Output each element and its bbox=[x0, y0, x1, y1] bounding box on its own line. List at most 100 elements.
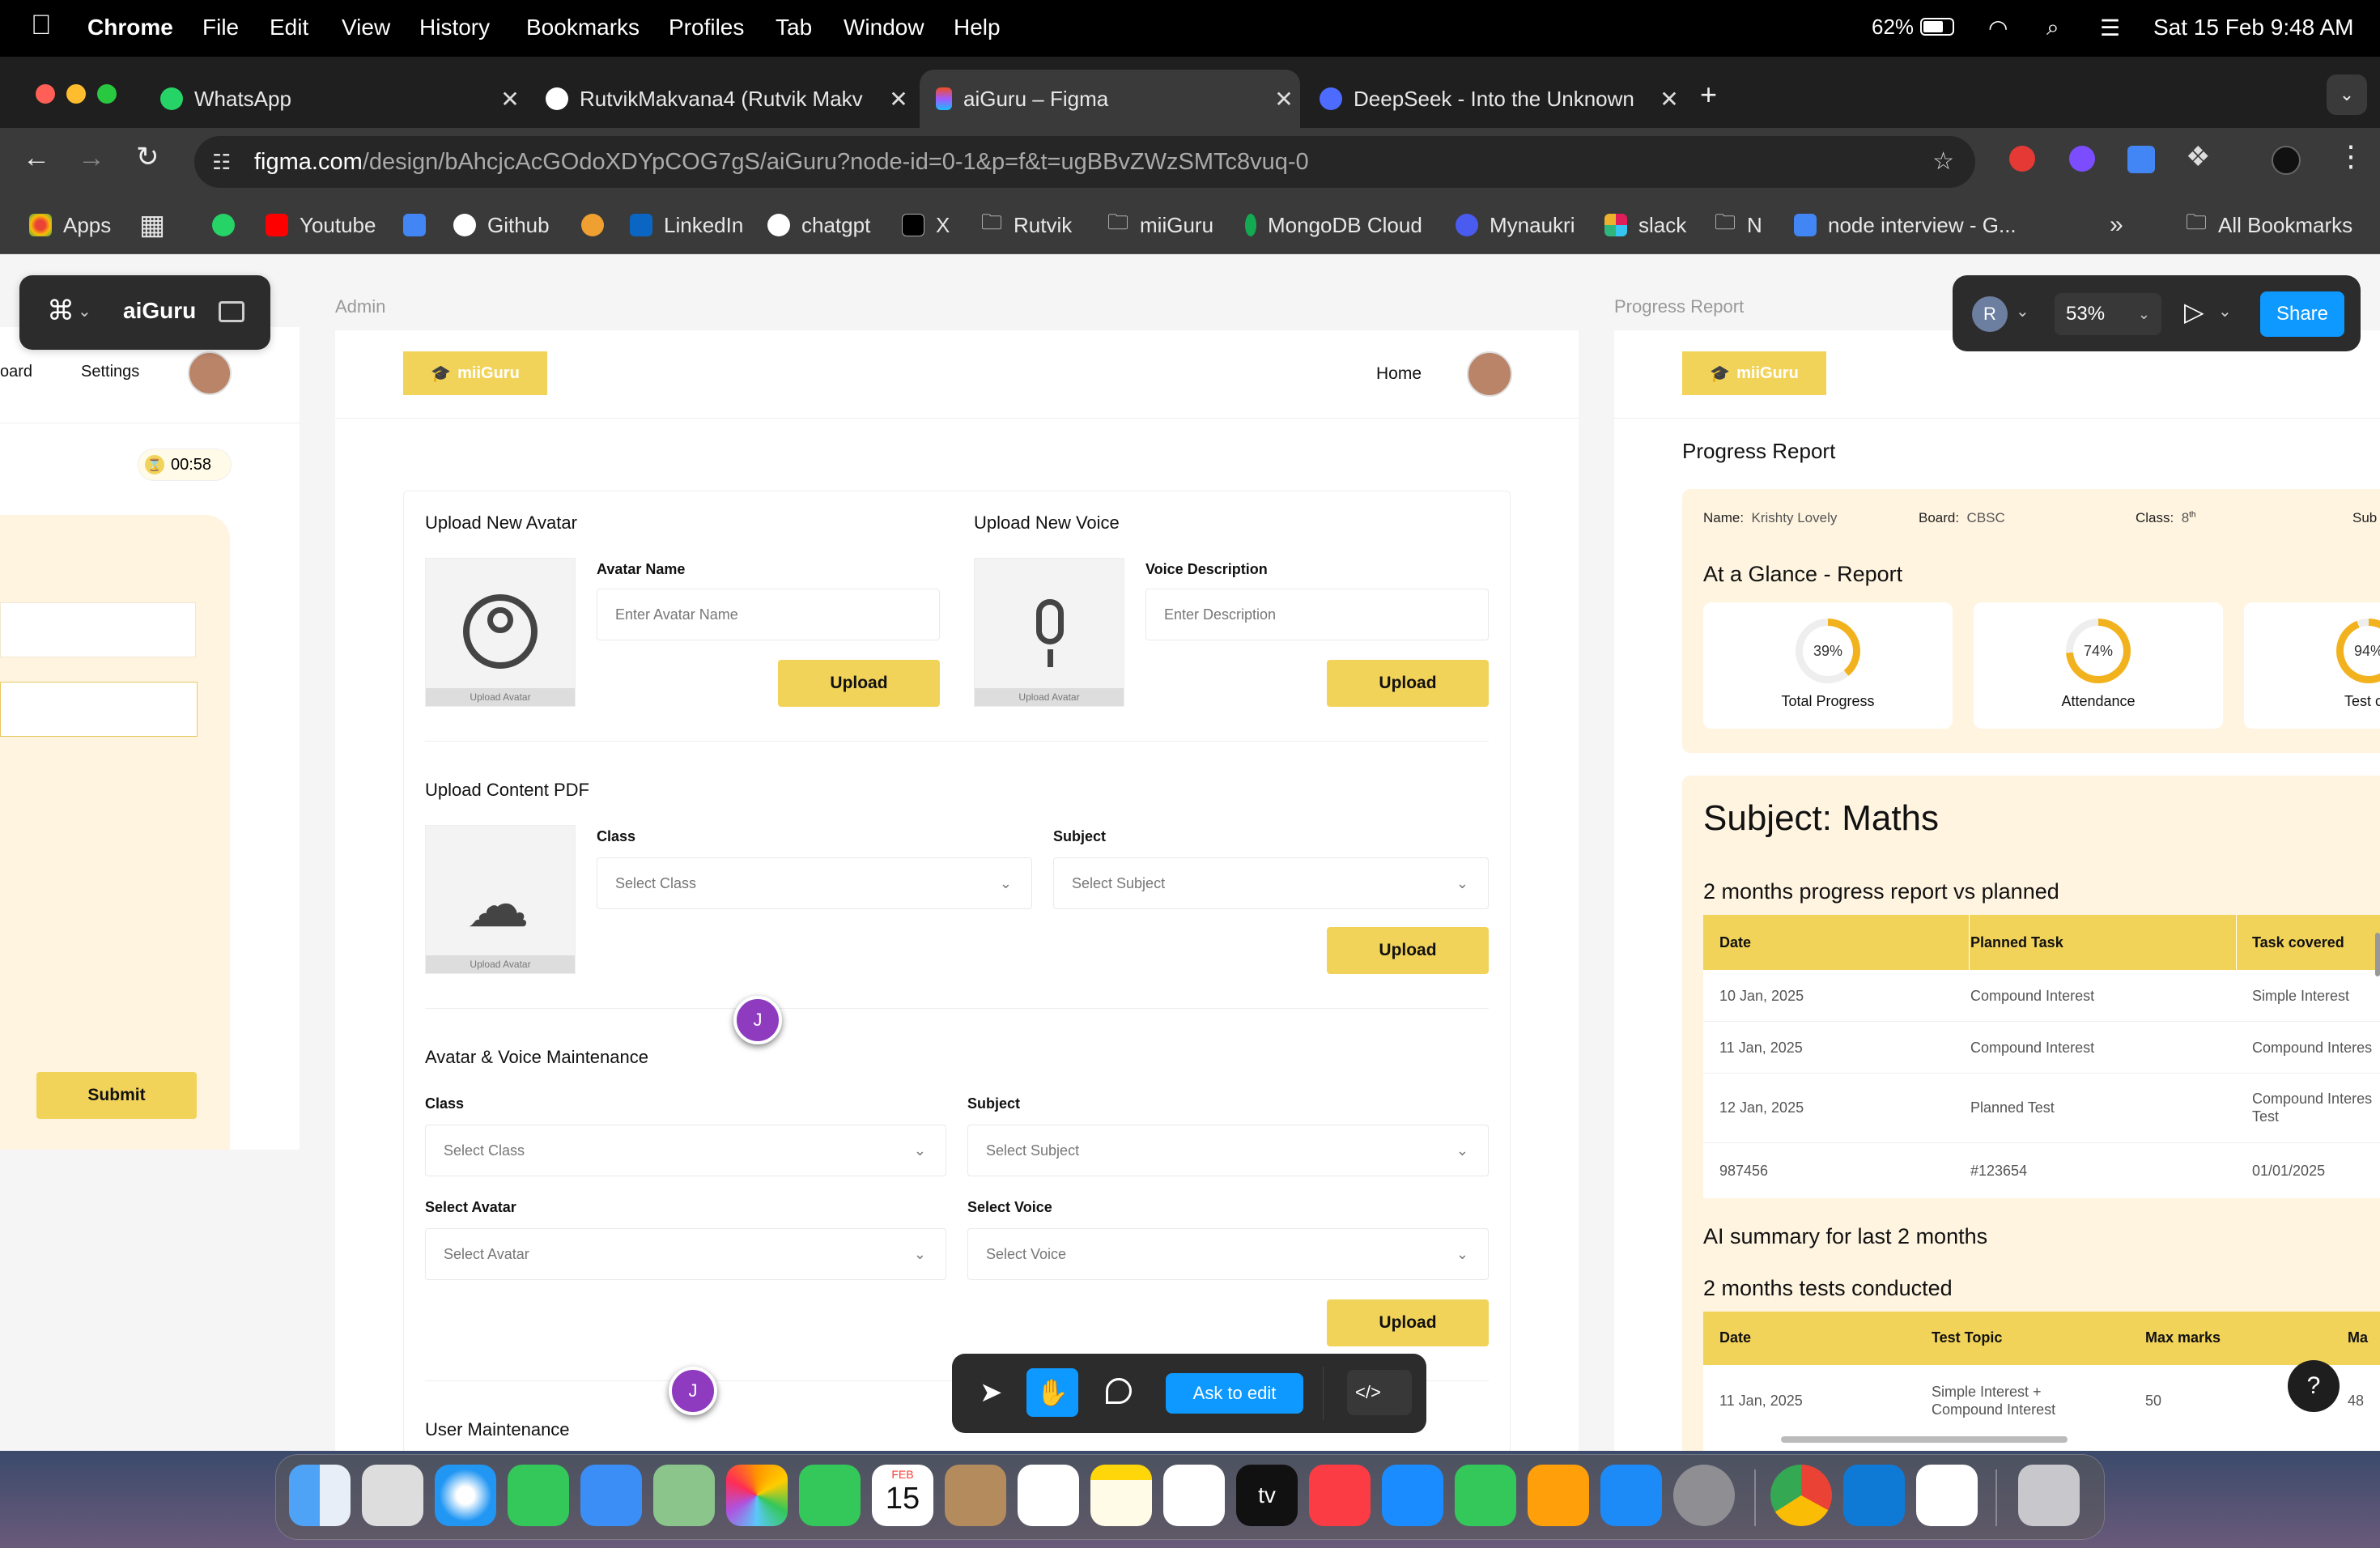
close-tab-icon[interactable]: ✕ bbox=[494, 86, 526, 113]
app-store-icon[interactable] bbox=[1600, 1465, 1662, 1526]
profile-avatar-icon[interactable] bbox=[2272, 146, 2301, 175]
all-bookmarks[interactable]: 🗀 All Bookmarks bbox=[2186, 209, 2352, 241]
maps-icon[interactable] bbox=[653, 1465, 715, 1526]
wifi-icon[interactable]: ◠ bbox=[1988, 15, 2008, 41]
miiguru-logo[interactable]: 🎓 miiGuru bbox=[1682, 351, 1826, 395]
vscode-icon[interactable] bbox=[1843, 1465, 1905, 1526]
user-avatar[interactable] bbox=[188, 351, 232, 395]
bookmark-x[interactable]: X bbox=[902, 209, 950, 241]
select-voice-dropdown[interactable]: Select Voice ⌄ bbox=[967, 1228, 1489, 1280]
figma-file-name[interactable]: aiGuru bbox=[123, 298, 196, 324]
bookmarks-overflow-icon[interactable]: » bbox=[2110, 209, 2123, 241]
chevron-down-icon[interactable]: ⌄ bbox=[2218, 301, 2232, 321]
ask-to-edit-button[interactable]: Ask to edit bbox=[1166, 1373, 1303, 1414]
control-center-icon[interactable]: ☰ bbox=[2100, 15, 2120, 41]
bookmark-chatgpt[interactable]: chatgpt bbox=[767, 209, 870, 241]
bookmark-mynaukri[interactable]: Mynaukri bbox=[1456, 209, 1575, 241]
facetime-icon[interactable] bbox=[799, 1465, 861, 1526]
admin-frame[interactable]: 🎓 miiGuru Home Upload New Avatar Upload A… bbox=[335, 330, 1579, 1451]
safari-icon[interactable] bbox=[435, 1465, 496, 1526]
bookmark-whatsapp[interactable] bbox=[212, 209, 246, 241]
miiguru-logo[interactable]: 🎓 miiGuru bbox=[403, 351, 547, 395]
frame-label-progress[interactable]: Progress Report bbox=[1614, 296, 1744, 317]
upload-voice-button[interactable]: Upload bbox=[1327, 660, 1489, 707]
upload-maintenance-button[interactable]: Upload bbox=[1327, 1299, 1489, 1346]
figma-canvas[interactable]: oard Settings ⌛ 00:58 Submit Admin 🎓 miiGu… bbox=[0, 254, 2380, 1451]
extensions-puzzle-icon[interactable]: ❖ bbox=[2186, 141, 2210, 173]
calendar-icon[interactable]: FEB 15 bbox=[872, 1465, 933, 1526]
freeform-icon[interactable] bbox=[1163, 1465, 1225, 1526]
bookmark-slack[interactable]: slack bbox=[1604, 209, 1686, 241]
mail-icon[interactable] bbox=[580, 1465, 642, 1526]
tab-search-chevron-icon[interactable]: ⌄ bbox=[2327, 74, 2367, 115]
help-button[interactable]: ? bbox=[2288, 1360, 2340, 1412]
table-scrollbar[interactable] bbox=[2375, 933, 2380, 976]
tab-deepseek[interactable]: DeepSeek - Into the Unknown ✕ bbox=[1305, 70, 1685, 128]
back-arrow-icon[interactable]: ← bbox=[23, 142, 50, 174]
nav-dashboard[interactable]: oard bbox=[0, 363, 32, 381]
forward-arrow-icon[interactable]: → bbox=[78, 142, 105, 174]
collaborator-avatar[interactable]: R bbox=[1972, 296, 2008, 332]
bookmark-folder-miiguru[interactable]: 🗀 miiGuru bbox=[1107, 209, 1213, 241]
menu-history[interactable]: History bbox=[419, 15, 490, 40]
grid-shortcut-icon[interactable]: ▦ bbox=[139, 209, 165, 241]
user-avatar[interactable] bbox=[1467, 351, 1512, 397]
bookmark-node-interview[interactable]: node interview - G... bbox=[1794, 209, 2017, 241]
bookmark-linkedin[interactable]: LinkedIn bbox=[630, 209, 743, 241]
voice-description-input[interactable]: Enter Description bbox=[1145, 589, 1489, 640]
tab-whatsapp[interactable]: WhatsApp ✕ bbox=[146, 70, 526, 128]
new-tab-plus-icon[interactable]: + bbox=[1700, 78, 1717, 112]
close-tab-icon[interactable]: ✕ bbox=[1653, 86, 1685, 113]
form-input-1[interactable] bbox=[0, 602, 196, 657]
window-close-button[interactable] bbox=[36, 84, 55, 104]
spotlight-search-icon[interactable]: ⌕ bbox=[2046, 15, 2059, 41]
table-row[interactable]: 987456 #123654 01/01/2025 bbox=[1703, 1143, 2380, 1198]
avatar-upload-box[interactable]: Upload Avatar bbox=[425, 558, 576, 707]
url-bar[interactable]: ☷ figma.com/design/bAhcjcAcGOdoXDYpCOG7g… bbox=[194, 136, 1975, 188]
menu-app-name[interactable]: Chrome bbox=[87, 15, 173, 40]
pages-icon[interactable] bbox=[1528, 1465, 1589, 1526]
figma-menu-icon[interactable]: ⌘ bbox=[47, 295, 74, 327]
table-row[interactable]: 12 Jan, 2025 Planned Test Compound Interes… bbox=[1703, 1074, 2380, 1143]
table-row[interactable]: 10 Jan, 2025 Compound Interest Simple Inte… bbox=[1703, 970, 2380, 1022]
bookmark-folder-n[interactable]: 🗀 N bbox=[1715, 209, 1762, 241]
hand-tool-icon[interactable]: ✋ bbox=[1026, 1368, 1078, 1417]
translate-extension-icon[interactable] bbox=[2127, 146, 2155, 173]
progress-frame[interactable]: 🎓 miiGuru Progress Report Name: Krishty L… bbox=[1614, 330, 2380, 1451]
bookmark-apps[interactable]: Apps bbox=[29, 209, 111, 241]
maint-select-subject-dropdown[interactable]: Select Subject ⌄ bbox=[967, 1125, 1489, 1176]
adblock-extension-icon[interactable] bbox=[2009, 146, 2035, 172]
music-icon[interactable] bbox=[1309, 1465, 1371, 1526]
site-settings-icon[interactable]: ☷ bbox=[212, 136, 231, 188]
reminders-icon[interactable] bbox=[1018, 1465, 1079, 1526]
menu-help[interactable]: Help bbox=[954, 15, 1001, 40]
table-row[interactable]: 11 Jan, 2025 Simple Interest + Compound … bbox=[1703, 1365, 2380, 1438]
form-input-2[interactable] bbox=[0, 682, 198, 737]
messages-icon[interactable] bbox=[508, 1465, 569, 1526]
bookmark-youtube[interactable]: Youtube bbox=[266, 209, 376, 241]
extension-w-icon[interactable] bbox=[2069, 146, 2095, 172]
chevron-down-icon[interactable]: ⌄ bbox=[78, 301, 91, 321]
window-maximize-button[interactable] bbox=[97, 84, 117, 104]
bookmark-code-icon[interactable] bbox=[581, 209, 615, 241]
dev-mode-code-icon[interactable]: </> bbox=[1347, 1370, 1412, 1415]
keynote-icon[interactable] bbox=[1382, 1465, 1443, 1526]
bookmark-github[interactable]: Github bbox=[453, 209, 550, 241]
battery-icon[interactable] bbox=[1920, 18, 1954, 36]
horizontal-scrollbar[interactable] bbox=[1781, 1436, 2068, 1443]
apple-icon[interactable]:  bbox=[31, 10, 52, 41]
contacts-icon[interactable] bbox=[945, 1465, 1006, 1526]
launchpad-icon[interactable] bbox=[362, 1465, 423, 1526]
finder-icon[interactable] bbox=[289, 1465, 351, 1526]
menu-profiles[interactable]: Profiles bbox=[669, 15, 744, 40]
sidebar-toggle-icon[interactable] bbox=[219, 301, 244, 322]
apple-tv-icon[interactable]: tv bbox=[1236, 1465, 1298, 1526]
reload-icon[interactable]: ↻ bbox=[136, 141, 159, 173]
close-tab-icon[interactable]: ✕ bbox=[882, 86, 915, 113]
tab-figma[interactable]: aiGuru – Figma ✕ bbox=[920, 70, 1300, 128]
bookmark-mongodb[interactable]: MongoDB Cloud bbox=[1245, 209, 1422, 241]
bookmark-folder-rutvik[interactable]: 🗀 Rutvik bbox=[981, 209, 1072, 241]
close-tab-icon[interactable]: ✕ bbox=[1268, 86, 1300, 113]
pdf-upload-box[interactable]: ☁ Upload Avatar bbox=[425, 825, 576, 974]
more-menu-icon[interactable]: ⋮ bbox=[2336, 139, 2365, 173]
